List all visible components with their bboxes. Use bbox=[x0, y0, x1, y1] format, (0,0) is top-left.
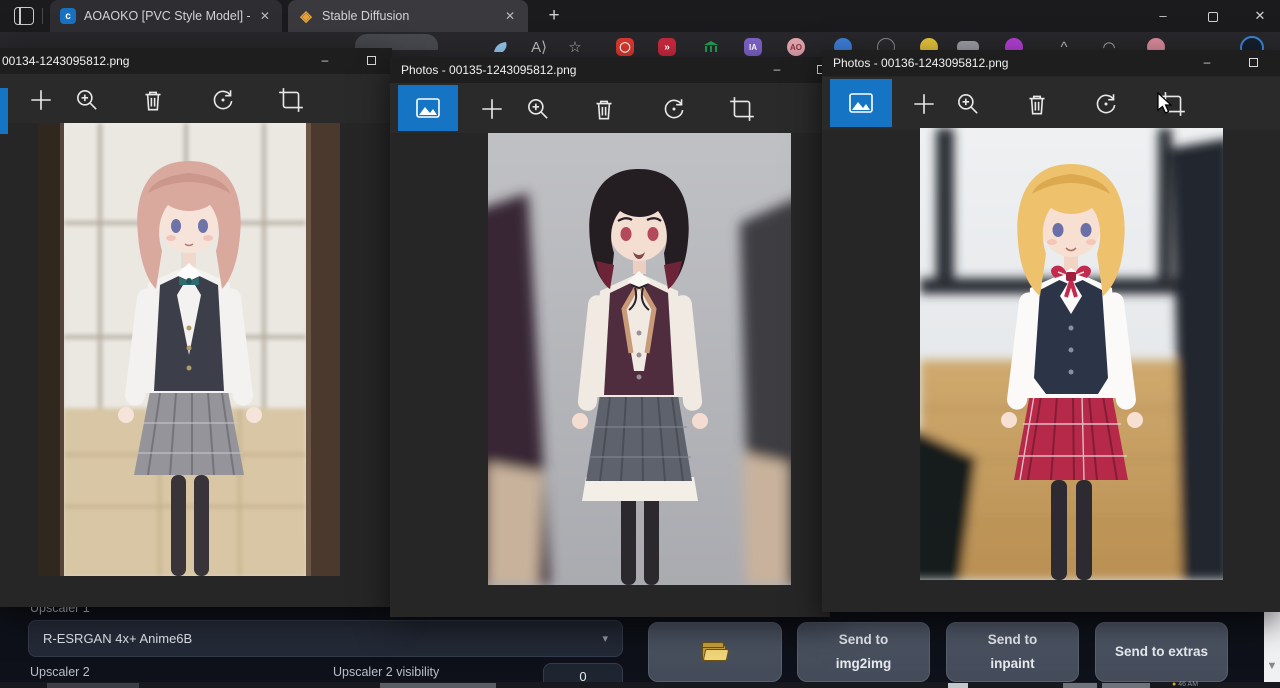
photos-window-00134[interactable]: 00134-1243095812.png – bbox=[0, 48, 392, 607]
title-bar[interactable]: 00134-1243095812.png – bbox=[0, 48, 392, 74]
close-tab-icon[interactable]: ✕ bbox=[502, 9, 518, 23]
minimize-button[interactable]: – bbox=[308, 48, 342, 74]
photo-00136[interactable] bbox=[920, 128, 1223, 580]
see-all-photos-icon bbox=[848, 90, 874, 116]
upscaler1-dropdown[interactable]: R-ESRGAN 4x+ Anime6B ▾ bbox=[28, 620, 623, 657]
open-folder-button[interactable] bbox=[648, 622, 782, 682]
taskbar-fragment bbox=[47, 683, 139, 688]
rotate-icon[interactable] bbox=[1092, 90, 1120, 118]
tray-show-hidden-icon[interactable] bbox=[948, 683, 968, 688]
divider bbox=[42, 8, 43, 24]
ext-shark-icon[interactable] bbox=[492, 38, 510, 56]
zoom-in-icon[interactable] bbox=[524, 95, 552, 123]
page-scrollbar[interactable]: ▼ bbox=[1264, 612, 1280, 688]
maximize-button[interactable] bbox=[1236, 50, 1270, 76]
title-bar[interactable]: Photos - 00135-1243095812.png – bbox=[390, 57, 830, 83]
delete-icon[interactable] bbox=[139, 86, 167, 114]
see-all-photos-button[interactable] bbox=[830, 79, 892, 127]
zoom-in-icon[interactable] bbox=[954, 90, 982, 118]
photo-00135[interactable] bbox=[488, 133, 791, 585]
photos-toolbar bbox=[0, 74, 392, 123]
civitai-favicon-icon: c bbox=[60, 8, 76, 24]
tab-actions-icon[interactable] bbox=[14, 7, 34, 25]
minimize-window-button[interactable]: – bbox=[1148, 8, 1178, 26]
tray-icon[interactable] bbox=[1063, 683, 1097, 688]
upscaler1-value: R-ESRGAN 4x+ Anime6B bbox=[43, 631, 192, 646]
ext-a-wave-icon[interactable]: A⟩ bbox=[530, 38, 548, 56]
ext-ia-icon[interactable]: IA bbox=[744, 38, 762, 56]
add-icon[interactable] bbox=[910, 90, 938, 118]
see-all-photos-button[interactable] bbox=[398, 85, 458, 131]
see-all-photos-icon bbox=[415, 95, 441, 121]
tab-title: AOAOKO [PVC Style Model] - PV bbox=[84, 9, 250, 23]
taskbar-fragment bbox=[380, 683, 496, 688]
tray-icon[interactable] bbox=[1102, 683, 1150, 688]
maximize-button[interactable] bbox=[354, 48, 388, 74]
chevron-down-icon: ▾ bbox=[602, 632, 608, 645]
crop-icon[interactable] bbox=[728, 95, 756, 123]
favorites-star-icon[interactable]: ☆ bbox=[566, 38, 584, 56]
taskbar-clock[interactable]: ● 46 AM bbox=[1172, 681, 1198, 688]
close-window-button[interactable]: ✕ bbox=[1245, 8, 1275, 26]
window-title: Photos - 00136-1243095812.png bbox=[822, 56, 1008, 70]
maximize-icon bbox=[1249, 58, 1258, 67]
add-icon[interactable] bbox=[27, 86, 55, 114]
screen: { "browser": { "tabs": [ { "title": "AOA… bbox=[0, 0, 1280, 688]
photos-window-00136[interactable]: Photos - 00136-1243095812.png – bbox=[822, 50, 1280, 612]
scroll-down-icon[interactable]: ▼ bbox=[1264, 660, 1280, 672]
ext-ao-icon[interactable]: AO bbox=[787, 38, 805, 56]
tab-title: Stable Diffusion bbox=[322, 9, 409, 23]
mouse-cursor bbox=[1156, 92, 1174, 121]
minimize-button[interactable]: – bbox=[1190, 50, 1224, 76]
window-title: Photos - 00135-1243095812.png bbox=[390, 63, 576, 77]
ext-red-o-icon[interactable]: ◯ bbox=[616, 38, 634, 56]
send-to-extras-button[interactable]: Send to extras bbox=[1095, 622, 1228, 682]
crop-icon[interactable] bbox=[277, 86, 305, 114]
photo-00134[interactable] bbox=[38, 123, 340, 576]
send-to-inpaint-button[interactable]: Send to inpaint bbox=[946, 622, 1079, 682]
zoom-in-icon[interactable] bbox=[73, 86, 101, 114]
close-tab-icon[interactable]: ✕ bbox=[258, 9, 272, 23]
delete-icon[interactable] bbox=[590, 95, 618, 123]
title-bar[interactable]: Photos - 00136-1243095812.png – bbox=[822, 50, 1280, 76]
new-tab-button[interactable]: + bbox=[543, 5, 565, 27]
windows-taskbar[interactable]: ● 46 AM bbox=[0, 682, 1280, 688]
restore-icon bbox=[1208, 12, 1218, 22]
send-to-img2img-button[interactable]: Send to img2img bbox=[797, 622, 930, 682]
window-title: 00134-1243095812.png bbox=[0, 54, 129, 68]
see-all-photos-button[interactable] bbox=[0, 88, 8, 134]
photos-toolbar bbox=[390, 83, 830, 133]
ext-bank-icon[interactable] bbox=[702, 38, 720, 56]
tab-stable-diffusion[interactable]: ◈ Stable Diffusion ✕ bbox=[288, 0, 528, 32]
photos-toolbar bbox=[822, 77, 1280, 130]
gradio-favicon-icon: ◈ bbox=[298, 8, 314, 24]
add-icon[interactable] bbox=[478, 95, 506, 123]
photos-window-00135[interactable]: Photos - 00135-1243095812.png – bbox=[390, 57, 830, 617]
folder-open-icon bbox=[702, 642, 728, 662]
browser-tab-bar: c AOAOKO [PVC Style Model] - PV ✕ ◈ Stab… bbox=[0, 0, 1280, 32]
upscaler2-label: Upscaler 2 bbox=[30, 665, 90, 679]
tab-aoaoko[interactable]: c AOAOKO [PVC Style Model] - PV ✕ bbox=[50, 0, 282, 32]
minimize-button[interactable]: – bbox=[760, 57, 794, 83]
upscaler2-visibility-label: Upscaler 2 visibility bbox=[333, 665, 439, 679]
rotate-icon[interactable] bbox=[209, 86, 237, 114]
rotate-icon[interactable] bbox=[660, 95, 688, 123]
ext-chevrons-icon[interactable]: » bbox=[658, 38, 676, 56]
maximize-icon bbox=[367, 56, 376, 65]
restore-window-button[interactable] bbox=[1198, 8, 1228, 26]
delete-icon[interactable] bbox=[1023, 90, 1051, 118]
